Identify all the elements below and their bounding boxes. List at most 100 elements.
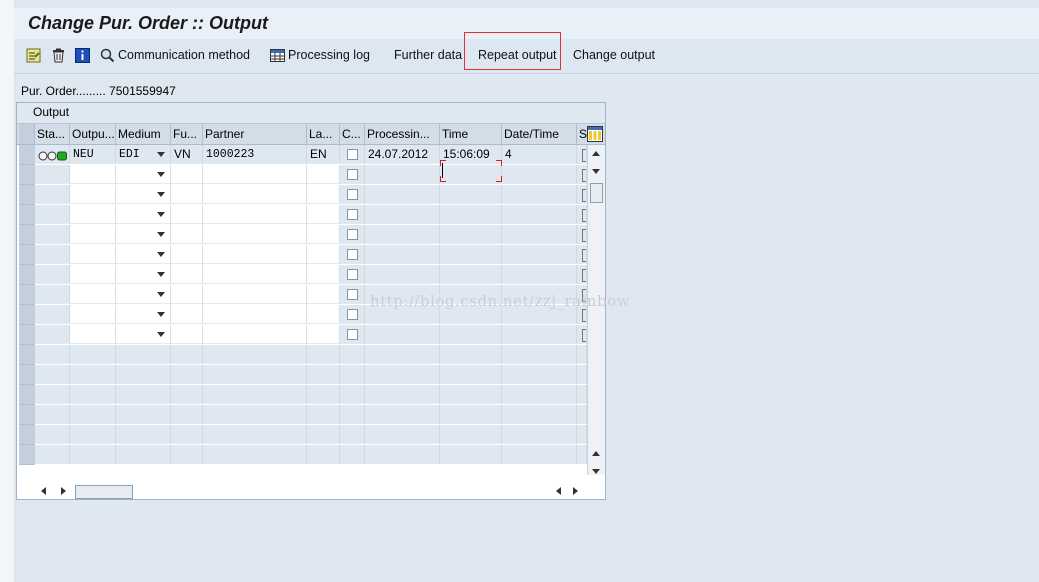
row-selector[interactable]: [19, 265, 35, 285]
cell-output[interactable]: [70, 245, 116, 264]
overview-icon[interactable]: [26, 48, 41, 63]
scroll-far-left-icon[interactable]: [556, 487, 561, 495]
cell-partner[interactable]: [203, 265, 307, 284]
changed-checkbox[interactable]: [347, 249, 358, 260]
scroll-right-icon[interactable]: [61, 487, 66, 495]
row-selector[interactable]: [19, 365, 35, 385]
cell-language[interactable]: [307, 225, 340, 244]
cell-output[interactable]: [70, 165, 116, 184]
scroll-thumb[interactable]: [590, 183, 603, 203]
cell-function[interactable]: [171, 205, 203, 224]
cell-output[interactable]: [70, 205, 116, 224]
column-s[interactable]: S: [577, 124, 587, 144]
repeat-output-button[interactable]: Repeat output: [478, 39, 557, 73]
changed-checkbox[interactable]: [347, 149, 358, 160]
cell-function[interactable]: [171, 165, 203, 184]
cell-function[interactable]: [171, 285, 203, 304]
column-processing-date[interactable]: Processin...: [365, 124, 440, 144]
further-data-button[interactable]: Further data: [394, 39, 462, 73]
scroll-left-icon[interactable]: [41, 487, 46, 495]
changed-checkbox[interactable]: [347, 329, 358, 340]
column-date-time[interactable]: Date/Time: [502, 124, 577, 144]
cell-function[interactable]: [171, 325, 203, 344]
cell-language[interactable]: [307, 165, 340, 184]
cell-function[interactable]: [171, 265, 203, 284]
column-medium[interactable]: Medium: [116, 124, 171, 144]
horizontal-scrollbar[interactable]: [35, 483, 587, 499]
column-settings-icon[interactable]: [587, 126, 603, 142]
scroll-down-icon[interactable]: [592, 169, 600, 174]
cell-language[interactable]: [307, 205, 340, 224]
dropdown-arrow-icon[interactable]: [157, 292, 165, 297]
column-language[interactable]: La...: [307, 124, 340, 144]
cell-function[interactable]: [171, 225, 203, 244]
cell-language[interactable]: [307, 265, 340, 284]
row-selector[interactable]: [19, 285, 35, 305]
cell-partner[interactable]: [203, 245, 307, 264]
info-icon[interactable]: [75, 48, 90, 63]
row-selector[interactable]: [19, 425, 35, 445]
cell-partner[interactable]: [203, 165, 307, 184]
dropdown-arrow-icon[interactable]: [157, 172, 165, 177]
hscroll-thumb[interactable]: [75, 485, 133, 499]
row-selector[interactable]: [19, 445, 35, 465]
scroll-far-right-icon[interactable]: [573, 487, 578, 495]
row-selector[interactable]: [19, 205, 35, 225]
cell-output[interactable]: [70, 185, 116, 204]
scroll-up-icon[interactable]: [592, 151, 600, 156]
column-function[interactable]: Fu...: [171, 124, 203, 144]
row-selector[interactable]: [19, 245, 35, 265]
scroll-page-up-icon[interactable]: [592, 451, 600, 456]
cell-partner[interactable]: [203, 305, 307, 324]
column-partner[interactable]: Partner: [203, 124, 307, 144]
select-all-header[interactable]: [19, 124, 35, 144]
cell-language[interactable]: [307, 305, 340, 324]
processing-log-button[interactable]: Processing log: [288, 39, 370, 73]
dropdown-arrow-icon[interactable]: [157, 332, 165, 337]
trash-icon[interactable]: [51, 48, 66, 63]
cell-language[interactable]: [307, 325, 340, 344]
row-selector[interactable]: [19, 145, 35, 165]
change-output-button[interactable]: Change output: [573, 39, 655, 73]
cell-language[interactable]: [307, 245, 340, 264]
row-selector[interactable]: [19, 225, 35, 245]
cell-function[interactable]: [171, 185, 203, 204]
cell-output[interactable]: [70, 265, 116, 284]
cell-output[interactable]: [70, 305, 116, 324]
column-output[interactable]: Outpu...: [70, 124, 116, 144]
row-selector[interactable]: [19, 325, 35, 345]
dropdown-arrow-icon[interactable]: [157, 192, 165, 197]
changed-checkbox[interactable]: [347, 209, 358, 220]
dropdown-arrow-icon[interactable]: [157, 312, 165, 317]
cell-output[interactable]: [70, 285, 116, 304]
column-status[interactable]: Sta...: [35, 124, 70, 144]
communication-method-button[interactable]: Communication method: [118, 39, 250, 73]
cell-output[interactable]: [70, 325, 116, 344]
column-changed[interactable]: C...: [340, 124, 365, 144]
changed-checkbox[interactable]: [347, 229, 358, 240]
dropdown-arrow-icon[interactable]: [157, 252, 165, 257]
row-selector[interactable]: [19, 185, 35, 205]
row-selector[interactable]: [19, 305, 35, 325]
scroll-page-down-icon[interactable]: [592, 469, 600, 474]
vertical-scrollbar[interactable]: [587, 145, 605, 475]
cell-function[interactable]: [171, 305, 203, 324]
cell-partner[interactable]: [203, 325, 307, 344]
dropdown-arrow-icon[interactable]: [157, 152, 165, 157]
changed-checkbox[interactable]: [347, 169, 358, 180]
dropdown-arrow-icon[interactable]: [157, 212, 165, 217]
cell-output[interactable]: [70, 225, 116, 244]
changed-checkbox[interactable]: [347, 309, 358, 320]
dropdown-arrow-icon[interactable]: [157, 272, 165, 277]
column-time[interactable]: Time: [440, 124, 502, 144]
cell-language[interactable]: [307, 185, 340, 204]
row-selector[interactable]: [19, 385, 35, 405]
dropdown-arrow-icon[interactable]: [157, 232, 165, 237]
cell-partner[interactable]: [203, 205, 307, 224]
changed-checkbox[interactable]: [347, 289, 358, 300]
changed-checkbox[interactable]: [347, 269, 358, 280]
cell-language[interactable]: [307, 285, 340, 304]
row-selector[interactable]: [19, 165, 35, 185]
cell-partner[interactable]: [203, 285, 307, 304]
changed-checkbox[interactable]: [347, 189, 358, 200]
